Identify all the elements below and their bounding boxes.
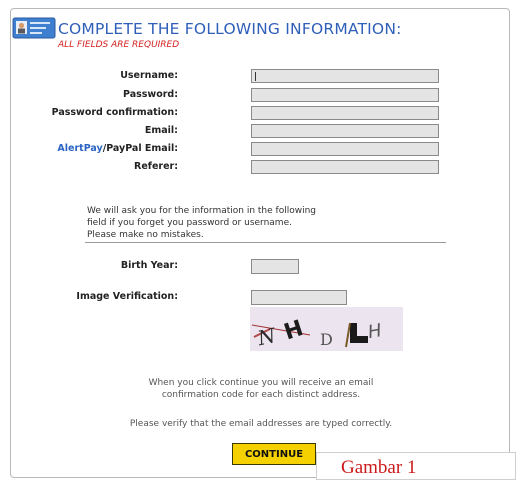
email-row: Email: bbox=[0, 124, 450, 140]
image-verification-label: Image Verification: bbox=[76, 291, 178, 302]
paypal-email-label-text: /PayPal Email: bbox=[102, 143, 178, 154]
continue-button[interactable]: CONTINUE bbox=[232, 443, 316, 465]
captcha-glyph: D bbox=[320, 330, 333, 349]
id-card-icon bbox=[12, 17, 56, 39]
password-row: Password: bbox=[0, 88, 450, 104]
referer-label: Referer: bbox=[134, 161, 178, 172]
password-label: Password: bbox=[122, 89, 178, 100]
password-confirmation-input[interactable] bbox=[251, 106, 439, 120]
image-verification-input[interactable] bbox=[251, 290, 347, 305]
username-label: Username: bbox=[120, 70, 178, 81]
paypal-email-label: AlertPay/PayPal Email: bbox=[57, 143, 178, 154]
referer-row: Referer: bbox=[0, 160, 450, 176]
birth-year-row: Birth Year: bbox=[0, 259, 450, 275]
info-note-line: Please make no mistakes. bbox=[87, 230, 204, 240]
form-title: COMPLETE THE FOLLOWING INFORMATION: bbox=[58, 20, 402, 38]
captcha-image: N H D H bbox=[250, 307, 403, 351]
username-row: Username: bbox=[0, 69, 450, 85]
confirmation-info-line: confirmation code for each distinct addr… bbox=[161, 390, 361, 400]
referer-input[interactable] bbox=[251, 160, 439, 174]
username-input[interactable] bbox=[251, 69, 439, 83]
birth-year-label: Birth Year: bbox=[120, 260, 178, 271]
info-note-line: We will ask you for the information in t… bbox=[87, 206, 316, 216]
verify-email-notice: Please verify that the email addresses a… bbox=[129, 419, 393, 429]
password-input[interactable] bbox=[251, 88, 439, 102]
info-note: We will ask you for the information in t… bbox=[87, 205, 316, 241]
password-confirmation-row: Password confirmation: bbox=[0, 106, 450, 122]
divider bbox=[85, 242, 446, 243]
birth-year-input[interactable] bbox=[251, 259, 299, 274]
email-input[interactable] bbox=[251, 124, 439, 138]
info-note-line: field if you forget you password or user… bbox=[87, 218, 292, 228]
paypal-email-input[interactable] bbox=[251, 142, 439, 156]
confirmation-info-line: When you click continue you will receive… bbox=[148, 378, 374, 388]
image-verification-row: Image Verification: bbox=[0, 290, 450, 306]
required-notice: ALL FIELDS ARE REQUIRED bbox=[58, 40, 180, 50]
figure-caption: Gambar 1 bbox=[316, 452, 516, 480]
alertpay-link[interactable]: AlertPay bbox=[57, 143, 102, 154]
email-label: Email: bbox=[144, 125, 178, 136]
password-confirmation-label: Password confirmation: bbox=[51, 107, 178, 118]
paypal-email-row: AlertPay/PayPal Email: bbox=[0, 142, 450, 158]
